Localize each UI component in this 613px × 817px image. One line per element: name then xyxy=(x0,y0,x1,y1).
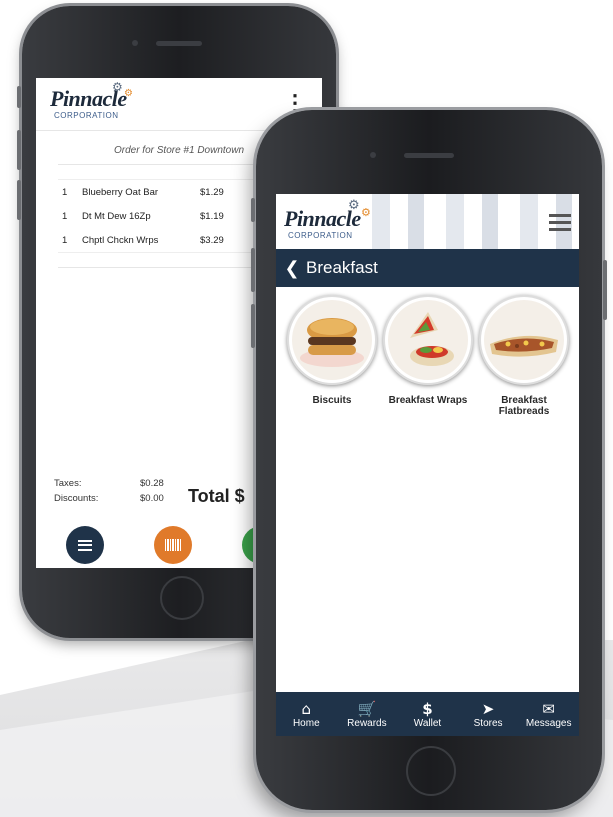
tab-label: Wallet xyxy=(413,717,442,729)
pinnacle-logo: Pinnacle ⚙ ⚙ CORPORATION xyxy=(284,198,371,240)
category-breakfast-wraps[interactable]: Breakfast Wraps xyxy=(380,295,476,417)
cart-icon: 🛒 xyxy=(357,699,377,718)
home-button[interactable] xyxy=(160,576,204,620)
earpiece-speaker xyxy=(156,41,202,46)
tab-wallet[interactable]: $ Wallet xyxy=(397,700,457,729)
home-button[interactable] xyxy=(406,746,456,796)
item-price: $1.29 xyxy=(200,186,224,198)
item-qty: 1 xyxy=(62,186,68,198)
order-total: Total $ xyxy=(188,486,245,506)
tab-stores[interactable]: ➤ Stores xyxy=(458,700,518,729)
logo-subtitle: CORPORATION xyxy=(288,231,353,240)
front-phone: Pinnacle ⚙ ⚙ CORPORATION ❮ Breakfast Bis… xyxy=(251,110,607,810)
volume-down-button xyxy=(17,180,21,220)
item-qty: 1 xyxy=(62,234,68,246)
flatbread-image xyxy=(479,295,569,385)
volume-up-button xyxy=(17,130,21,170)
tab-messages[interactable]: ✉ Messages xyxy=(519,700,579,729)
tab-label: Home xyxy=(292,717,320,729)
volume-up-button xyxy=(251,248,255,292)
order-summary: Taxes: $0.28 Discounts: $0.00 xyxy=(54,478,164,508)
item-qty: 1 xyxy=(62,210,68,222)
page-title: Breakfast xyxy=(306,258,378,277)
mute-switch xyxy=(17,86,21,108)
logo-subtitle: CORPORATION xyxy=(54,111,119,120)
nav-bar: ❮ Breakfast xyxy=(276,249,579,287)
item-price: $3.29 xyxy=(200,234,224,246)
biscuit-image xyxy=(287,295,377,385)
back-chevron-icon[interactable]: ❮ xyxy=(278,258,306,279)
hamburger-menu-icon[interactable] xyxy=(549,214,571,231)
barcode-icon xyxy=(165,539,181,551)
home-icon: ⌂ xyxy=(301,699,312,718)
tab-label: Stores xyxy=(473,717,503,729)
discounts-value: $0.00 xyxy=(140,493,164,504)
discounts-label: Discounts: xyxy=(54,493,99,504)
volume-down-button xyxy=(251,304,255,348)
item-name: Blueberry Oat Bar xyxy=(82,186,159,198)
tab-rewards[interactable]: 🛒 Rewards xyxy=(337,700,397,729)
earpiece-speaker xyxy=(404,153,454,158)
tab-label: Messages xyxy=(525,717,572,729)
mute-switch xyxy=(251,198,255,222)
front-camera xyxy=(370,152,376,158)
gear-small-icon: ⚙ xyxy=(361,206,371,219)
item-name: Dt Mt Dew 16Zp xyxy=(82,210,151,222)
category-biscuits[interactable]: Biscuits xyxy=(284,295,380,417)
menu-screen: Pinnacle ⚙ ⚙ CORPORATION ❮ Breakfast Bis… xyxy=(276,194,579,736)
taxes-value: $0.28 xyxy=(140,478,164,489)
location-arrow-icon: ➤ xyxy=(481,699,495,718)
gear-small-icon: ⚙ xyxy=(124,88,133,99)
taxes-label: Taxes: xyxy=(54,478,82,489)
hamburger-icon xyxy=(78,539,92,551)
dollar-icon: $ xyxy=(422,699,433,718)
pinnacle-logo: Pinnacle ⚙ ⚙ CORPORATION xyxy=(50,80,133,120)
bottom-tab-bar: ⌂ Home 🛒 Rewards $ Wallet ➤ Stores ✉ Mes… xyxy=(276,692,579,736)
category-breakfast-flatbreads[interactable]: Breakfast Flatbreads xyxy=(476,295,572,417)
scan-button[interactable] xyxy=(154,526,192,564)
envelope-icon: ✉ xyxy=(542,699,555,718)
item-name: Chptl Chckn Wrps xyxy=(82,234,159,246)
wrap-image xyxy=(383,295,473,385)
category-label: Breakfast Wraps xyxy=(388,395,468,406)
gear-icon: ⚙ xyxy=(112,80,123,94)
category-label: Breakfast Flatbreads xyxy=(498,395,550,417)
power-button xyxy=(603,260,607,320)
app-header: Pinnacle ⚙ ⚙ CORPORATION xyxy=(276,194,579,249)
tab-label: Rewards xyxy=(347,717,387,729)
category-label: Biscuits xyxy=(312,395,352,406)
category-grid: Biscuits Breakfast Wraps Breakfast Flatb… xyxy=(276,287,579,417)
tab-home[interactable]: ⌂ Home xyxy=(276,700,336,729)
front-camera xyxy=(132,40,138,46)
menu-button[interactable] xyxy=(66,526,104,564)
gear-icon: ⚙ xyxy=(348,198,360,213)
